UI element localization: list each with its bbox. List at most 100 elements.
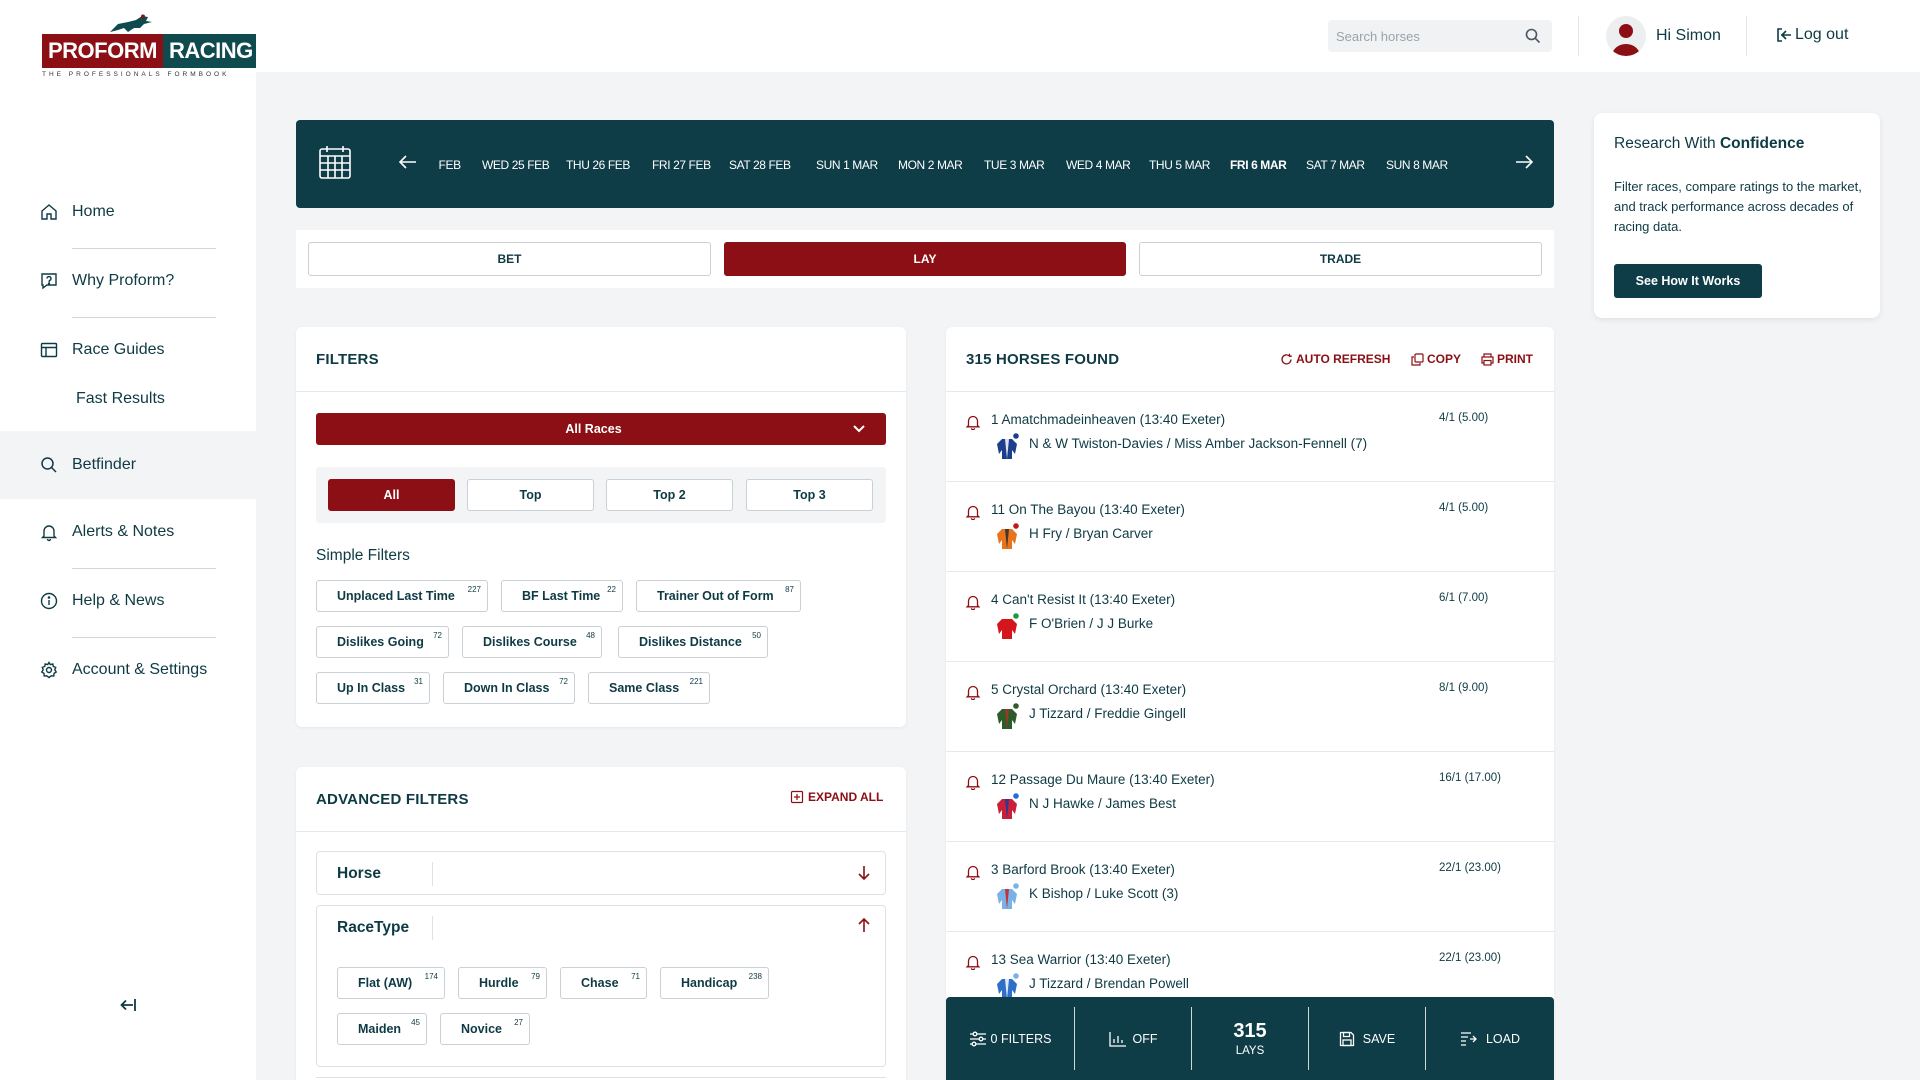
filters-count-button[interactable]: 0 FILTERS [946,997,1074,1080]
segment-all[interactable]: All [328,479,455,511]
horse-title[interactable]: 13 Sea Warrior (13:40 Exeter) [991,952,1171,967]
chart-toggle-button[interactable]: OFF [1075,997,1191,1080]
sidebar-item-help-news[interactable]: Help & News [0,585,256,617]
race-select-value: All Races [565,422,622,436]
chip-label: Flat (AW) [358,976,413,990]
search-box[interactable] [1328,20,1552,52]
horse-title[interactable]: 5 Crystal Orchard (13:40 Exeter) [991,682,1186,697]
bell-alert-icon[interactable] [965,504,981,520]
horse-row[interactable]: 1 Amatchmadeinheaven (13:40 Exeter) N & W… [946,392,1554,482]
segment-top-2[interactable]: Top 2 [606,479,733,511]
see-how-it-works-button[interactable]: See How It Works [1614,264,1762,298]
bell-alert-icon[interactable] [965,684,981,700]
horse-row[interactable]: 12 Passage Du Maure (13:40 Exeter) N J Ha… [946,752,1554,842]
auto-refresh-button[interactable]: AUTO REFRESH [1280,352,1390,366]
horse-row[interactable]: 3 Barford Brook (13:40 Exeter) K Bishop /… [946,842,1554,932]
simple-filters-title: Simple Filters [316,547,410,564]
racetype-filter-label[interactable]: RaceType [337,919,409,937]
race-select[interactable]: All Races [316,413,886,445]
horse-title[interactable]: 12 Passage Du Maure (13:40 Exeter) [991,772,1215,787]
racetype-chip[interactable]: Maiden 45 [337,1013,427,1045]
arrow-up-icon[interactable] [857,917,871,933]
save-button[interactable]: SAVE [1309,997,1425,1080]
tab-lay[interactable]: LAY [724,242,1126,276]
filter-chip[interactable]: Dislikes Course 48 [462,626,602,658]
avatar[interactable] [1606,16,1646,56]
logout-button[interactable]: Log out [1775,26,1848,44]
expand-all-label: EXPAND ALL [808,790,884,804]
bell-alert-icon[interactable] [965,774,981,790]
sidebar-item-race-guides[interactable]: Race Guides [0,334,256,366]
racetype-chip[interactable]: Novice 27 [440,1013,530,1045]
tab-bet[interactable]: BET [308,242,711,276]
date-item[interactable]: ‹ FEB [436,158,461,172]
racetype-chip[interactable]: Flat (AW) 174 [337,967,445,999]
filter-chip[interactable]: BF Last Time 22 [501,580,623,612]
collapse-icon[interactable] [118,996,138,1014]
bell-alert-icon[interactable] [965,594,981,610]
horse-title[interactable]: 4 Can't Resist It (13:40 Exeter) [991,592,1175,607]
date-item[interactable]: SUN 1 MAR [816,158,878,172]
auto-refresh-label: AUTO REFRESH [1296,352,1391,366]
arrow-left-icon[interactable] [398,154,418,170]
info-icon [40,592,58,610]
expand-all-button[interactable]: EXPAND ALL [790,790,883,804]
filter-chip[interactable]: Up In Class 31 [316,672,430,704]
chip-label: Chase [581,976,619,990]
brand-logo[interactable]: PROFORM RACING THE PROFESSIONALS FORMBOO… [42,14,259,80]
chip-count: 174 [424,972,438,981]
horse-logo-icon [110,14,152,32]
date-item[interactable]: WED 4 MAR [1066,158,1131,172]
horse-row[interactable]: 5 Crystal Orchard (13:40 Exeter) J Tizzar… [946,662,1554,752]
filter-chip[interactable]: Dislikes Going 72 [316,626,449,658]
copy-button[interactable]: COPY [1411,352,1461,366]
date-item[interactable]: WED 25 FEB [482,158,550,172]
horse-row[interactable]: 4 Can't Resist It (13:40 Exeter) F O'Brie… [946,572,1554,662]
print-button[interactable]: PRINT [1481,352,1533,366]
chip-count: 238 [748,972,762,981]
sidebar-item-alerts-notes[interactable]: Alerts & Notes [0,516,256,548]
racetype-chip[interactable]: Chase 71 [560,967,647,999]
filter-chip[interactable]: Same Class 221 [588,672,710,704]
horse-title[interactable]: 1 Amatchmadeinheaven (13:40 Exeter) [991,412,1225,427]
calendar-icon[interactable] [318,144,352,180]
filter-chip[interactable]: Down In Class 72 [443,672,575,704]
bell-alert-icon[interactable] [965,414,981,430]
date-item[interactable]: SAT 7 MAR [1306,158,1365,172]
filter-chip[interactable]: Trainer Out of Form 87 [636,580,801,612]
sidebar-item-fast-results[interactable]: Fast Results [0,383,256,415]
sidebar-item-label: Alerts & Notes [72,523,175,540]
horse-title[interactable]: 11 On The Bayou (13:40 Exeter) [991,502,1185,517]
date-item[interactable]: FRI 27 FEB [652,158,711,172]
horse-title[interactable]: 3 Barford Brook (13:40 Exeter) [991,862,1175,877]
date-item[interactable]: SUN 8 MAR [1386,158,1448,172]
horse-row[interactable]: 11 On The Bayou (13:40 Exeter) H Fry / Br… [946,482,1554,572]
arrow-right-icon[interactable] [1514,154,1534,170]
horse-filter-accordion[interactable]: Horse [316,851,886,895]
bell-alert-icon[interactable] [965,864,981,880]
racetype-chip[interactable]: Handicap 238 [660,967,769,999]
sidebar-item-why-proform[interactable]: Why Proform? [0,265,256,297]
tab-trade[interactable]: TRADE [1139,242,1542,276]
load-button[interactable]: LOAD [1426,997,1554,1080]
date-item[interactable]: TUE 3 MAR [984,158,1045,172]
info-title: Research With Confidence [1614,135,1804,153]
segment-top-3[interactable]: Top 3 [746,479,873,511]
horse-odds: 8/1 (9.00) [1439,682,1489,694]
filter-chip[interactable]: Unplaced Last Time 227 [316,580,488,612]
sidebar-item-account-settings[interactable]: Account & Settings [0,654,256,686]
search-input[interactable] [1328,20,1508,52]
date-item[interactable]: SAT 28 FEB [729,158,791,172]
filter-chip[interactable]: Dislikes Distance 50 [618,626,768,658]
racetype-chip[interactable]: Hurdle 79 [458,967,547,999]
bell-alert-icon[interactable] [965,954,981,970]
date-item-selected[interactable]: FRI 6 MAR [1230,158,1287,172]
search-icon[interactable] [1524,27,1542,45]
date-item[interactable]: THU 26 FEB [566,158,630,172]
sidebar-item-betfinder[interactable]: Betfinder [0,431,256,499]
date-item[interactable]: THU 5 MAR [1149,158,1210,172]
sidebar-item-home[interactable]: Home [0,196,256,228]
date-item[interactable]: MON 2 MAR [898,158,963,172]
segment-top[interactable]: Top [467,479,594,511]
user-greeting[interactable]: Hi Simon [1656,27,1721,45]
